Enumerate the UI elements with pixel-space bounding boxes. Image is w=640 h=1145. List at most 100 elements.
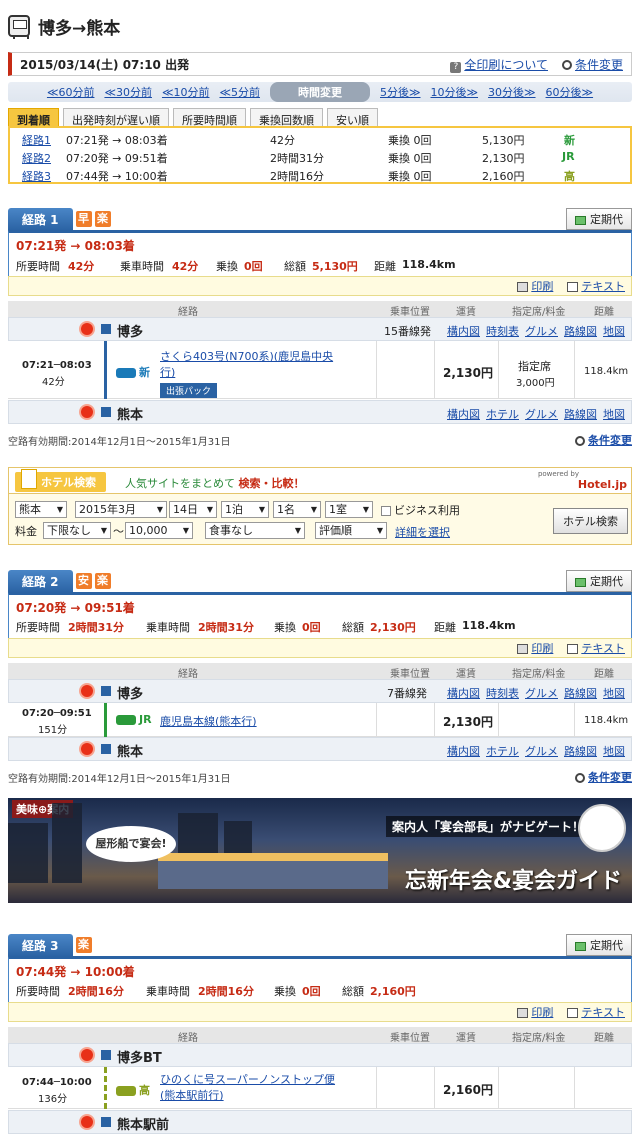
route-map-link[interactable]: 路線図 <box>564 323 597 339</box>
people-select[interactable]: 1名 <box>273 501 321 518</box>
print-label[interactable]: 印刷 <box>531 280 553 293</box>
text-label[interactable]: テキスト <box>581 280 625 293</box>
map-link[interactable]: 地図 <box>603 685 625 701</box>
text-icon <box>567 1008 579 1018</box>
train-name-link[interactable]: さくら403号(N700系)(鹿児島中央行) <box>160 349 340 381</box>
time-back-60[interactable]: ≪60分前 <box>47 84 95 100</box>
condition-change-label[interactable]: 条件変更 <box>588 434 632 447</box>
nights-select[interactable]: 1泊 <box>221 501 269 518</box>
commuter-pass-label: 定期代 <box>590 213 623 226</box>
ride-label: 乗車時間 <box>146 985 190 998</box>
print-link[interactable]: 印刷 <box>517 1004 553 1020</box>
condition-change-label[interactable]: 条件変更 <box>588 771 632 784</box>
ride-value: 2時間16分 <box>198 985 254 998</box>
day-select[interactable]: 14日 <box>169 501 217 518</box>
timetable-link[interactable]: 時刻表 <box>486 323 519 339</box>
station-name: 熊本 <box>117 408 144 423</box>
text-link[interactable]: テキスト <box>567 1004 625 1020</box>
summary-time: 07:20発 → 09:51着 <box>66 152 168 165</box>
text-label[interactable]: テキスト <box>581 1006 625 1019</box>
gourmet-link[interactable]: グルメ <box>525 685 558 701</box>
dist-label: 距離 <box>434 621 456 634</box>
detail-select-link[interactable]: 詳細を選択 <box>395 524 450 540</box>
station-map-link[interactable]: 構内図 <box>447 685 480 701</box>
building-shape <box>8 823 48 883</box>
rooms-select[interactable]: 1室 <box>325 501 373 518</box>
route-map-link[interactable]: 路線図 <box>564 685 597 701</box>
commuter-pass-button[interactable]: 定期代 <box>566 570 632 592</box>
summary-route[interactable]: 経路3 <box>22 168 51 184</box>
min-price-select[interactable]: 下限なし <box>43 522 111 539</box>
station-map-link[interactable]: 構内図 <box>447 406 480 422</box>
station-row: 熊本 構内図 ホテル グルメ 路線図 地図 <box>8 737 632 761</box>
route-map-link[interactable]: 路線図 <box>564 743 597 759</box>
text-link[interactable]: テキスト <box>567 278 625 294</box>
hotel-link[interactable]: ホテル <box>486 743 519 759</box>
print-label[interactable]: 印刷 <box>531 1006 553 1019</box>
text-link[interactable]: テキスト <box>567 640 625 656</box>
bus-name-link[interactable]: ひのくに号スーパーノンストップ便(熊本駅前行) <box>160 1072 340 1104</box>
condition-change-link[interactable]: 条件変更 <box>575 432 632 448</box>
month-select[interactable]: 2015年3月 <box>75 501 167 518</box>
print-label[interactable]: 印刷 <box>531 642 553 655</box>
segment-duration: 42分 <box>42 377 65 388</box>
summary-route[interactable]: 経路2 <box>22 150 51 166</box>
time-back-30[interactable]: ≪30分前 <box>104 84 152 100</box>
segment-distance: 118.4km <box>584 366 629 377</box>
station-row: 熊本駅前 <box>8 1110 632 1134</box>
sort-select[interactable]: 評価順 <box>315 522 387 539</box>
station-map-link[interactable]: 構内図 <box>447 743 480 759</box>
req-label: 所要時間 <box>16 621 60 634</box>
col-route: 経路 <box>178 669 198 680</box>
ride-value: 2時間31分 <box>198 621 254 634</box>
magnifier-icon <box>575 436 585 446</box>
col-sep <box>434 1067 435 1109</box>
time-fwd-60[interactable]: 60分後≫ <box>546 84 594 100</box>
col-sep <box>376 1067 377 1109</box>
route-1-print-bar: 印刷 テキスト <box>8 276 632 296</box>
map-link[interactable]: 地図 <box>603 323 625 339</box>
time-fwd-10[interactable]: 10分後≫ <box>431 84 479 100</box>
party-guide-banner[interactable]: 美味⊕案内 屋形船で宴会! 案内人「宴会部長」がナビゲート！ 忘新年会&宴会ガイ… <box>8 798 632 903</box>
city-select[interactable]: 熊本 <box>15 501 67 518</box>
timetable-link[interactable]: 時刻表 <box>486 685 519 701</box>
gourmet-link[interactable]: グルメ <box>525 406 558 422</box>
print-link[interactable]: 印刷 <box>517 640 553 656</box>
gourmet-link[interactable]: グルメ <box>525 743 558 759</box>
commuter-pass-button[interactable]: 定期代 <box>566 208 632 230</box>
tilde: 〜 <box>113 525 124 538</box>
route-2-header: 経路 2 安 楽 定期代 <box>8 569 632 593</box>
time-back-10[interactable]: ≪10分前 <box>162 84 210 100</box>
print-link[interactable]: 印刷 <box>517 278 553 294</box>
change-condition-link[interactable]: 条件変更 <box>561 56 623 73</box>
print-all-label[interactable]: 全印刷について <box>464 58 548 72</box>
map-link[interactable]: 地図 <box>603 406 625 422</box>
validity-note: 空路有効期間:2014年12月1日〜2015年1月31日 <box>8 437 231 448</box>
condition-change-link[interactable]: 条件変更 <box>575 769 632 785</box>
business-checkbox[interactable]: ビジネス利用 <box>381 502 460 518</box>
checkbox-icon[interactable] <box>381 506 391 516</box>
text-label[interactable]: テキスト <box>581 642 625 655</box>
gourmet-link[interactable]: グルメ <box>525 323 558 339</box>
max-price-select[interactable]: 10,000 <box>125 522 193 539</box>
time-fwd-5[interactable]: 5分後≫ <box>380 84 421 100</box>
print-all-link[interactable]: ? 全印刷について <box>450 56 548 73</box>
commuter-pass-button[interactable]: 定期代 <box>566 934 632 956</box>
change-condition-label[interactable]: 条件変更 <box>575 58 623 72</box>
train-name-link[interactable]: 鹿児島本線(熊本行) <box>160 713 257 729</box>
meal-select[interactable]: 食事なし <box>205 522 305 539</box>
hotel-link[interactable]: ホテル <box>486 406 519 422</box>
station-map-link[interactable]: 構内図 <box>447 323 480 339</box>
guide-avatar <box>578 804 626 852</box>
hotel-search-button[interactable]: ホテル検索 <box>553 508 628 534</box>
time-back-5[interactable]: ≪5分前 <box>219 84 260 100</box>
col-position: 乗車位置 <box>390 307 430 318</box>
station-marker-icon <box>101 744 111 754</box>
summary-time: 07:44発 → 10:00着 <box>66 170 168 183</box>
route-map-link[interactable]: 路線図 <box>564 406 597 422</box>
transfer-value: 0回 <box>244 260 263 273</box>
summary-route[interactable]: 経路1 <box>22 132 51 148</box>
business-pack-tag[interactable]: 出張パック <box>160 383 218 398</box>
time-fwd-30[interactable]: 30分後≫ <box>488 84 536 100</box>
map-link[interactable]: 地図 <box>603 743 625 759</box>
